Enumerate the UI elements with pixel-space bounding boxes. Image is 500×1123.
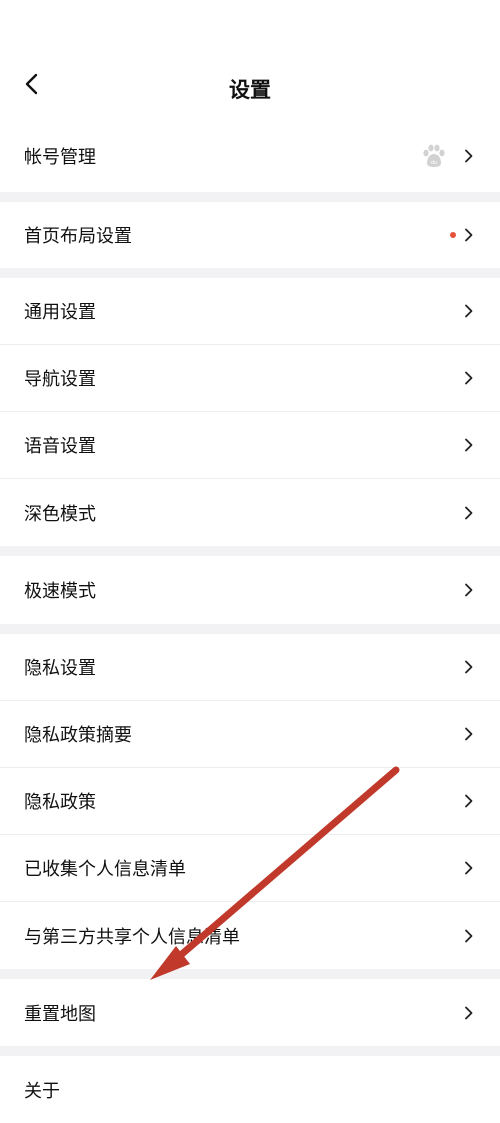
settings-item-label: 重置地图	[24, 1003, 96, 1025]
chevron-right-icon	[462, 438, 476, 452]
settings-item-about[interactable]: 关于	[0, 1056, 500, 1123]
settings-item-home-layout[interactable]: 首页布局设置	[0, 202, 500, 268]
notification-dot	[450, 232, 456, 238]
settings-item-label: 与第三方共享个人信息清单	[24, 926, 240, 948]
chevron-right-icon	[462, 794, 476, 808]
svg-text:du: du	[431, 160, 437, 166]
settings-group-speed: 极速模式	[0, 556, 500, 624]
chevron-right-icon	[462, 149, 476, 163]
settings-item-label: 已收集个人信息清单	[24, 859, 186, 880]
settings-item-label: 隐私政策	[24, 792, 96, 813]
settings-group-about: 关于	[0, 1056, 500, 1123]
nav-header: 设置	[0, 56, 500, 120]
chevron-right-icon	[462, 583, 476, 597]
settings-item-third-party-info[interactable]: 与第三方共享个人信息清单	[0, 902, 500, 969]
settings-item-general[interactable]: 通用设置	[0, 278, 500, 345]
page-title: 设置	[229, 78, 271, 102]
baidu-paw-icon: du	[420, 142, 448, 170]
chevron-right-icon	[462, 929, 476, 943]
settings-item-label: 语音设置	[24, 436, 96, 457]
settings-item-label: 隐私政策摘要	[24, 725, 132, 746]
settings-group-account: 帐号管理 du	[0, 120, 500, 192]
chevron-right-icon	[462, 660, 476, 674]
settings-item-label: 首页布局设置	[24, 226, 132, 247]
settings-group-reset: 重置地图	[0, 979, 500, 1046]
settings-item-navigation[interactable]: 导航设置	[0, 345, 500, 412]
settings-item-label: 极速模式	[24, 581, 96, 602]
chevron-right-icon	[462, 506, 476, 520]
settings-item-label: 关于	[24, 1080, 60, 1102]
settings-item-speed-mode[interactable]: 极速模式	[0, 556, 500, 624]
settings-item-dark-mode[interactable]: 深色模式	[0, 479, 500, 546]
chevron-right-icon	[462, 1006, 476, 1020]
settings-item-privacy-policy[interactable]: 隐私政策	[0, 768, 500, 835]
settings-item-label: 深色模式	[24, 503, 96, 525]
settings-item-account[interactable]: 帐号管理 du	[0, 120, 500, 192]
settings-item-label: 通用设置	[24, 302, 96, 323]
settings-item-label: 导航设置	[24, 369, 96, 390]
settings-item-collected-info[interactable]: 已收集个人信息清单	[0, 835, 500, 902]
settings-item-label: 帐号管理	[24, 147, 96, 168]
status-bar	[0, 0, 500, 56]
settings-item-privacy-summary[interactable]: 隐私政策摘要	[0, 701, 500, 768]
chevron-right-icon	[462, 228, 476, 242]
chevron-right-icon	[462, 727, 476, 741]
chevron-right-icon	[462, 304, 476, 318]
settings-group-privacy: 隐私设置 隐私政策摘要 隐私政策 已收集个人信息清单 与第三方共享个人信息清单	[0, 634, 500, 969]
settings-item-voice[interactable]: 语音设置	[0, 412, 500, 479]
chevron-right-icon	[462, 861, 476, 875]
settings-group-general: 通用设置 导航设置 语音设置 深色模式	[0, 278, 500, 546]
settings-item-label: 隐私设置	[24, 658, 96, 679]
chevron-right-icon	[462, 371, 476, 385]
settings-item-reset-map[interactable]: 重置地图	[0, 979, 500, 1046]
settings-item-privacy-settings[interactable]: 隐私设置	[0, 634, 500, 701]
settings-group-layout: 首页布局设置	[0, 202, 500, 268]
